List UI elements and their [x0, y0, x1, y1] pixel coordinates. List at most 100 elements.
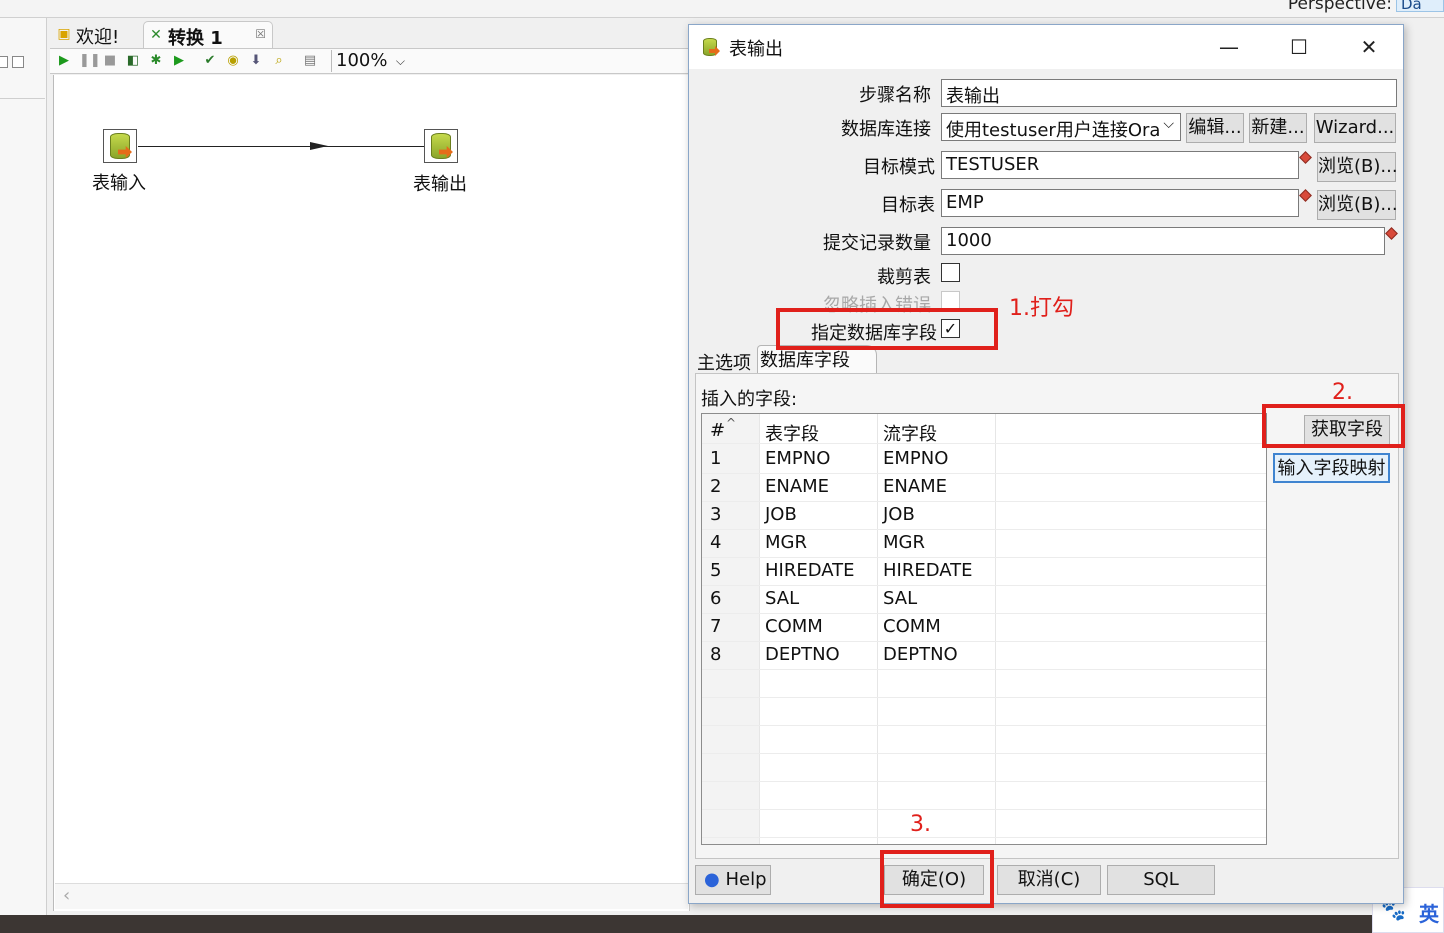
tab-transformation[interactable]: ✕ 转换 1 ☒ — [143, 21, 273, 49]
cell-table-field[interactable]: EMPNO — [765, 448, 830, 469]
title-bar: 表输出 — ☐ ✕ — [689, 25, 1403, 69]
zoom-select[interactable]: 100% ⌵ — [331, 50, 409, 72]
header-number[interactable]: # — [710, 420, 725, 441]
fields-table[interactable]: ^ # 表字段 流字段 1 EMPNO EMPNO 2 ENAME ENAME … — [701, 413, 1267, 845]
maximize-button[interactable]: ☐ — [1269, 31, 1329, 63]
cell-table-field[interactable]: JOB — [765, 504, 797, 525]
header-table-field[interactable]: 表字段 — [765, 420, 819, 446]
table-row[interactable]: 7 COMM COMM — [702, 614, 1266, 642]
horizontal-scrollbar[interactable]: ‹ — [55, 883, 688, 909]
browse-table-button[interactable]: 浏览(B)... — [1317, 190, 1398, 220]
sql-button[interactable]: SQL — [1107, 865, 1215, 895]
table-row[interactable]: 8 DEPTNO DEPTNO — [702, 642, 1266, 670]
tab-main-options[interactable]: 主选项 — [697, 349, 759, 374]
header-stream-field[interactable]: 流字段 — [883, 420, 937, 446]
taskbar — [0, 915, 1444, 933]
top-bar: Perspective: Da — [0, 0, 1444, 18]
cell-stream-field[interactable]: COMM — [883, 616, 941, 637]
cell-stream-field[interactable]: ENAME — [883, 476, 947, 497]
edit-connection-button[interactable]: 编辑... — [1186, 113, 1244, 143]
table-row[interactable]: 1 EMPNO EMPNO — [702, 446, 1266, 474]
cell-number: 4 — [710, 532, 722, 553]
close-button[interactable]: ✕ — [1339, 31, 1399, 63]
annotation-box-checkbox — [776, 308, 998, 350]
table-output-dialog: 表输出 — ☐ ✕ 步骤名称 表输出 数据库连接 使用testuser用户连接O… — [688, 24, 1404, 904]
empty-row[interactable] — [702, 726, 1266, 754]
close-icon[interactable]: ☒ — [255, 27, 266, 41]
wizard-button[interactable]: Wizard... — [1314, 113, 1396, 143]
empty-row[interactable] — [702, 698, 1266, 726]
table-row[interactable]: 6 SAL SAL — [702, 586, 1266, 614]
left-panel — [0, 18, 47, 915]
tab-label: 转换 1 — [168, 28, 223, 49]
table-row[interactable]: 5 HIREDATE HIREDATE — [702, 558, 1266, 586]
cancel-button[interactable]: 取消(C) — [997, 865, 1101, 895]
connection-value: 使用testuser用户连接Ora — [946, 120, 1161, 141]
step-name-field[interactable]: 表输出 — [941, 79, 1397, 107]
table-row[interactable]: 3 JOB JOB — [702, 502, 1266, 530]
replay-icon[interactable]: ▶ — [171, 53, 187, 69]
target-table-field[interactable]: EMP — [941, 189, 1299, 217]
cell-stream-field[interactable]: SAL — [883, 588, 917, 609]
annotation-step1: 1.打勾 — [1009, 296, 1074, 321]
stop-icon[interactable]: ■ — [102, 53, 118, 69]
cell-table-field[interactable]: MGR — [765, 532, 807, 553]
empty-row[interactable] — [702, 670, 1266, 698]
target-table-label: 目标表 — [881, 195, 935, 216]
minimize-button[interactable]: — — [1199, 31, 1259, 63]
target-schema-field[interactable]: TESTUSER — [941, 151, 1299, 179]
tab-welcome[interactable]: ▣ 欢迎! — [52, 21, 140, 48]
connection-select[interactable]: 使用testuser用户连接Ora ⌵ — [941, 113, 1181, 141]
debug-icon[interactable]: ✱ — [148, 53, 164, 69]
grid-icon[interactable]: ▤ — [302, 53, 318, 69]
cell-number: 8 — [710, 644, 722, 665]
table-row[interactable]: 2 ENAME ENAME — [702, 474, 1266, 502]
view-icon[interactable] — [12, 56, 24, 68]
table-input-step[interactable] — [103, 129, 137, 163]
annotation-step3: 3. — [910, 812, 931, 837]
cell-table-field[interactable]: SAL — [765, 588, 799, 609]
restore-icon[interactable] — [0, 56, 8, 68]
preview-icon[interactable]: ◧ — [125, 53, 141, 69]
variable-icon — [1385, 227, 1398, 240]
pause-icon[interactable]: ❚❚ — [79, 53, 101, 69]
empty-row[interactable] — [702, 810, 1266, 838]
new-connection-button[interactable]: 新建... — [1249, 113, 1307, 143]
cell-stream-field[interactable]: DEPTNO — [883, 644, 958, 665]
sql-icon[interactable]: ⬇ — [248, 53, 264, 69]
cell-number: 5 — [710, 560, 722, 581]
chevron-down-icon: ⌵ — [1163, 116, 1174, 132]
browse-schema-button[interactable]: 浏览(B)... — [1317, 152, 1398, 182]
help-button[interactable]: ● Help — [695, 865, 771, 895]
cell-stream-field[interactable]: JOB — [883, 504, 915, 525]
commit-size-field[interactable]: 1000 — [941, 227, 1385, 255]
variable-icon — [1299, 151, 1312, 164]
explore-db-icon[interactable]: ⌕ — [271, 53, 287, 69]
cell-stream-field[interactable]: MGR — [883, 532, 925, 553]
cell-number: 2 — [710, 476, 722, 497]
table-row[interactable]: 4 MGR MGR — [702, 530, 1266, 558]
cell-stream-field[interactable]: HIREDATE — [883, 560, 973, 581]
chevron-left-icon[interactable]: ‹ — [63, 885, 70, 906]
cell-stream-field[interactable]: EMPNO — [883, 448, 948, 469]
verify-icon[interactable]: ✔ — [202, 53, 218, 69]
truncate-checkbox[interactable] — [941, 263, 960, 282]
cell-table-field[interactable]: COMM — [765, 616, 823, 637]
sort-caret-icon[interactable]: ^ — [726, 416, 736, 430]
table-header: ^ # 表字段 流字段 — [702, 416, 1266, 446]
cell-table-field[interactable]: DEPTNO — [765, 644, 840, 665]
zoom-value: 100% — [336, 50, 388, 71]
cell-table-field[interactable]: ENAME — [765, 476, 829, 497]
hop-line[interactable] — [138, 146, 424, 147]
connection-label: 数据库连接 — [841, 119, 931, 140]
impact-icon[interactable]: ◉ — [225, 53, 241, 69]
transformation-canvas[interactable] — [53, 75, 690, 911]
run-icon[interactable]: ▶ — [56, 53, 72, 69]
empty-row[interactable] — [702, 782, 1266, 810]
divider — [0, 98, 45, 99]
enter-field-mapping-button[interactable]: 输入字段映射 — [1273, 453, 1390, 483]
cell-table-field[interactable]: HIREDATE — [765, 560, 855, 581]
perspective-button[interactable]: Da — [1396, 0, 1444, 12]
empty-row[interactable] — [702, 754, 1266, 782]
table-output-step[interactable] — [424, 129, 458, 163]
